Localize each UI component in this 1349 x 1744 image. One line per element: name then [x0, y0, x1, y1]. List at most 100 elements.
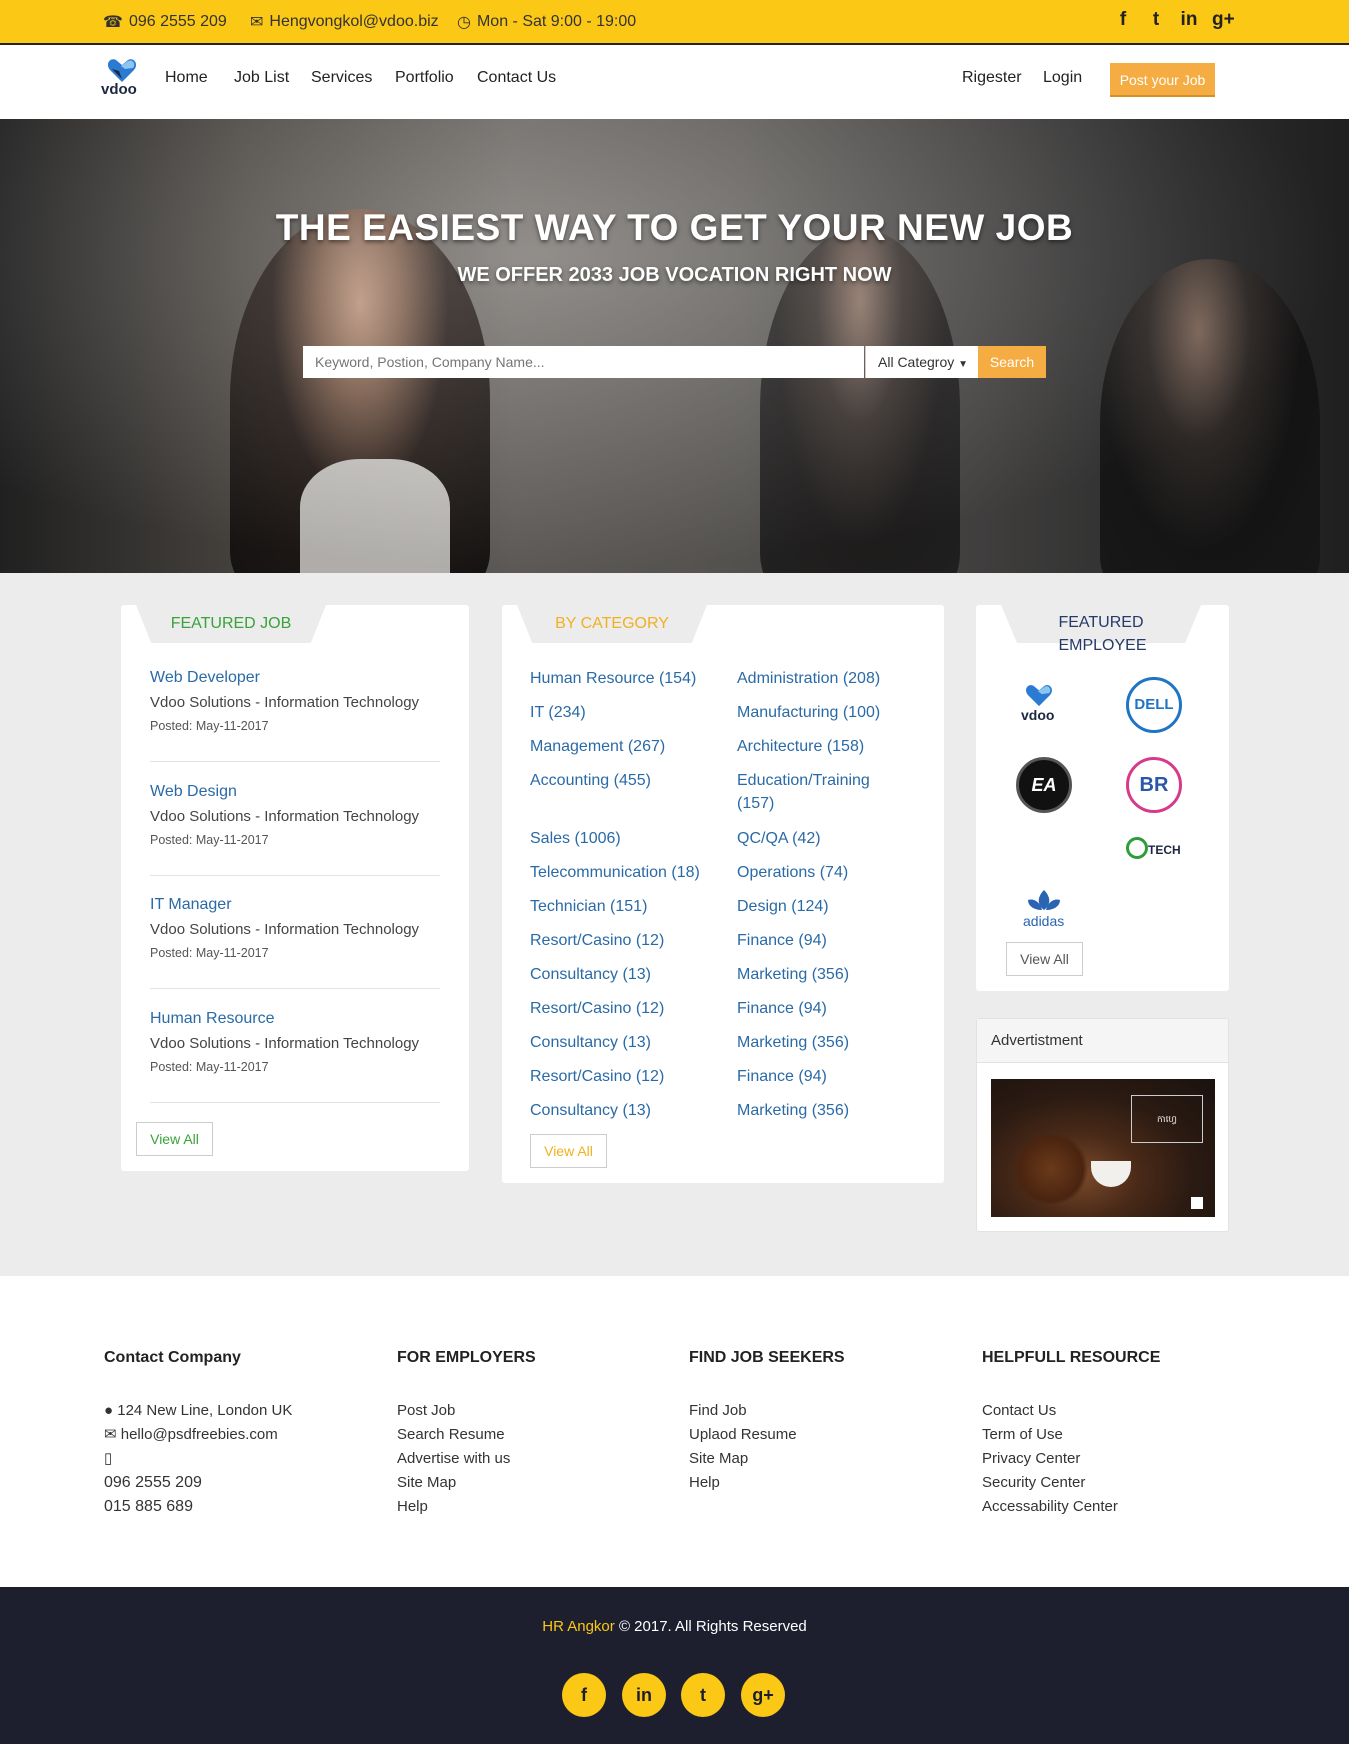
ad-brand-box: កាហ្វេ [1131, 1095, 1203, 1143]
site-logo[interactable]: vdoo [101, 57, 145, 101]
category-link[interactable]: Architecture (158) [737, 735, 864, 758]
footer-link-advertise[interactable]: Advertise with us [397, 1447, 536, 1471]
featured-job-view-all-button[interactable]: View All [136, 1122, 213, 1156]
category-link[interactable]: Consultancy (13) [530, 1031, 651, 1054]
google-plus-icon[interactable]: g+ [1212, 9, 1235, 31]
category-link[interactable]: Operations (74) [737, 861, 848, 884]
category-view-all-button[interactable]: View All [530, 1134, 607, 1168]
category-link[interactable]: Technician (151) [530, 895, 647, 918]
category-link[interactable]: Resort/Casino (12) [530, 1065, 664, 1088]
footer-link-site-map[interactable]: Site Map [397, 1471, 536, 1495]
category-link[interactable]: Marketing (356) [737, 963, 849, 986]
nav-home[interactable]: Home [165, 69, 208, 87]
footer-link-privacy[interactable]: Privacy Center [982, 1447, 1160, 1471]
email-text[interactable]: Hengvongkol@vdoo.biz [269, 13, 438, 31]
category-link[interactable]: IT (234) [530, 701, 586, 724]
employee-view-all-button[interactable]: View All [1006, 942, 1083, 976]
employer-logo-vdoo[interactable]: vdoo [1018, 683, 1062, 727]
category-link[interactable]: Management (267) [530, 735, 665, 758]
hero-title: THE EASIEST WAY TO GET YOUR NEW JOB [275, 207, 1074, 248]
post-job-button[interactable]: Post your Job [1110, 63, 1215, 97]
employer-logo-tech[interactable]: TECH [1126, 833, 1190, 867]
logo-text: adidas [1023, 913, 1065, 929]
category-link[interactable]: Education/Training (157) [737, 769, 897, 815]
job-item[interactable]: Web Developer Vdoo Solutions - Informati… [150, 669, 440, 762]
trefoil-icon [1028, 890, 1060, 910]
category-link[interactable]: Resort/Casino (12) [530, 929, 664, 952]
clock-icon: ◷ [457, 14, 471, 31]
category-link[interactable]: Marketing (356) [737, 1031, 849, 1054]
footer-link-help[interactable]: Help [397, 1495, 536, 1519]
linkedin-icon[interactable]: in [622, 1673, 666, 1717]
category-link[interactable]: QC/QA (42) [737, 827, 821, 850]
category-link[interactable]: Telecommunication (18) [530, 861, 700, 884]
category-link[interactable]: Administration (208) [737, 667, 880, 690]
footer-link-contact-us[interactable]: Contact Us [982, 1399, 1160, 1423]
category-link[interactable]: Consultancy (13) [530, 963, 651, 986]
employer-logo-ea[interactable]: EA [1016, 757, 1072, 813]
job-item[interactable]: Web Design Vdoo Solutions - Information … [150, 783, 440, 876]
footer-link-post-job[interactable]: Post Job [397, 1399, 536, 1423]
job-item[interactable]: IT Manager Vdoo Solutions - Information … [150, 896, 440, 989]
category-link[interactable]: Finance (94) [737, 929, 827, 952]
email-text[interactable]: hello@psdfreebies.com [121, 1426, 278, 1443]
advertisement-panel: Advertistment កាហ្វេ [976, 1018, 1229, 1232]
login-link[interactable]: Login [1043, 69, 1082, 87]
email-contact[interactable]: ✉ Hengvongkol@vdoo.biz [250, 12, 439, 32]
footer-link-terms[interactable]: Term of Use [982, 1423, 1160, 1447]
footer-seekers-title: FIND JOB SEEKERS [689, 1349, 845, 1366]
category-link[interactable]: Finance (94) [737, 1065, 827, 1088]
category-link[interactable]: Accounting (455) [530, 769, 651, 792]
footer-link-security[interactable]: Security Center [982, 1471, 1160, 1495]
search-input[interactable] [303, 346, 864, 378]
nav-portfolio[interactable]: Portfolio [395, 69, 454, 87]
footer-link-site-map[interactable]: Site Map [689, 1447, 845, 1471]
footer-address: ● 124 New Line, London UK [104, 1399, 292, 1423]
employer-logo-adidas[interactable]: adidas [1018, 888, 1074, 934]
category-select[interactable]: All Categroy ▼ [865, 346, 978, 378]
employer-logo-dell[interactable]: DELL [1126, 677, 1182, 733]
footer-link-accessibility[interactable]: Accessability Center [982, 1495, 1160, 1519]
category-link[interactable]: Design (124) [737, 895, 829, 918]
logo-text: vdoo [1021, 707, 1055, 723]
twitter-icon[interactable]: t [1146, 9, 1166, 31]
linkedin-icon[interactable]: in [1179, 9, 1199, 31]
category-select-label: All Categroy [878, 354, 955, 370]
footer-link-help[interactable]: Help [689, 1471, 845, 1495]
job-title[interactable]: IT Manager [150, 896, 440, 914]
job-title[interactable]: Web Design [150, 783, 440, 801]
category-link[interactable]: Resort/Casino (12) [530, 997, 664, 1020]
register-link[interactable]: Rigester [962, 69, 1022, 87]
nav-contact-us[interactable]: Contact Us [477, 69, 556, 87]
nav-services[interactable]: Services [311, 69, 372, 87]
by-category-heading: BY CATEGORY [517, 605, 707, 643]
hours-text: Mon - Sat 9:00 - 19:00 [476, 13, 637, 30]
footer-link-upload-resume[interactable]: Uplaod Resume [689, 1423, 845, 1447]
category-link[interactable]: Sales (1006) [530, 827, 621, 850]
featured-job-heading: FEATURED JOB [136, 605, 326, 643]
footer-seekers-column: FIND JOB SEEKERS Find Job Uplaod Resume … [689, 1349, 845, 1495]
job-title[interactable]: Web Developer [150, 669, 440, 687]
google-plus-icon[interactable]: g+ [741, 1673, 785, 1717]
category-link[interactable]: Finance (94) [737, 997, 827, 1020]
copyright-brand[interactable]: HR Angkor [542, 1618, 615, 1635]
category-link[interactable]: Manufacturing (100) [737, 701, 880, 724]
facebook-icon[interactable]: f [562, 1673, 606, 1717]
footer-resource-title: HELPFULL RESOURCE [982, 1349, 1161, 1366]
footer-email[interactable]: ✉ hello@psdfreebies.com [104, 1423, 292, 1447]
twitter-icon[interactable]: t [681, 1673, 725, 1717]
category-link[interactable]: Consultancy (13) [530, 1099, 651, 1122]
footer-link-find-job[interactable]: Find Job [689, 1399, 845, 1423]
facebook-icon[interactable]: f [1113, 9, 1133, 31]
advertisement-image[interactable]: កាហ្វេ [991, 1079, 1215, 1217]
search-button[interactable]: Search [978, 346, 1046, 378]
category-link[interactable]: Human Resource (154) [530, 667, 696, 690]
category-link[interactable]: Marketing (356) [737, 1099, 849, 1122]
footer-link-search-resume[interactable]: Search Resume [397, 1423, 536, 1447]
job-item[interactable]: Human Resource Vdoo Solutions - Informat… [150, 1010, 440, 1103]
nav-job-list[interactable]: Job List [234, 69, 289, 87]
job-title[interactable]: Human Resource [150, 1010, 440, 1028]
featured-employee-heading-line2: EMPLOYEE [1058, 637, 1147, 654]
featured-employee-panel: FEATURED EMPLOYEE vdoo DELL EA BR TECH a… [976, 605, 1229, 991]
employer-logo-baskin-robbins[interactable]: BR [1126, 757, 1182, 813]
